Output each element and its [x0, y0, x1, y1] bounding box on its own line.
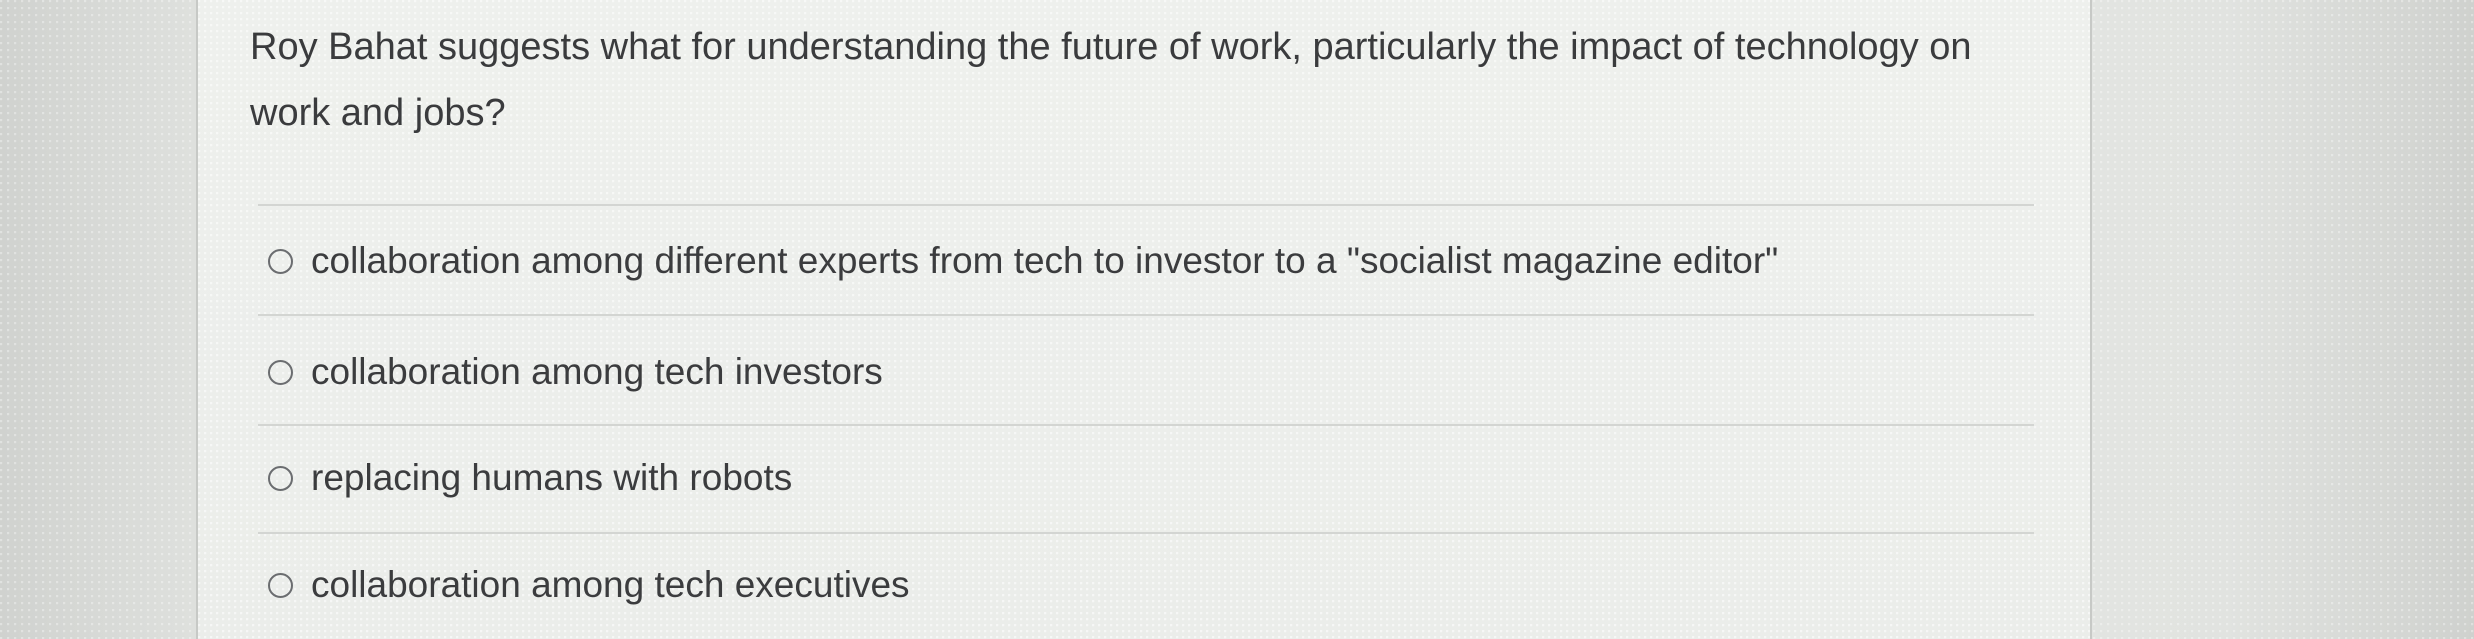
- divider: [258, 424, 2034, 426]
- answer-option-label: collaboration among tech executives: [311, 564, 910, 605]
- radio-button-icon[interactable]: [268, 248, 293, 274]
- radio-button-icon[interactable]: [268, 359, 293, 385]
- answer-option-label: collaboration among different experts fr…: [311, 240, 1779, 281]
- divider: [258, 532, 2034, 534]
- question-text: Roy Bahat suggests what for understandin…: [250, 26, 1972, 134]
- answer-option-2[interactable]: collaboration among tech investors: [268, 342, 883, 402]
- radio-button-icon[interactable]: [268, 572, 293, 598]
- answer-option-1[interactable]: collaboration among different experts fr…: [268, 231, 1778, 291]
- answer-option-4[interactable]: collaboration among tech executives: [268, 555, 910, 615]
- radio-button-icon[interactable]: [268, 465, 293, 491]
- divider: [258, 314, 2034, 316]
- answer-option-3[interactable]: replacing humans with robots: [268, 448, 792, 508]
- question-card: Roy Bahat suggests what for understandin…: [196, 0, 2092, 639]
- answer-option-label: collaboration among tech investors: [311, 351, 883, 392]
- answer-option-label: replacing humans with robots: [311, 457, 793, 498]
- divider: [258, 204, 2034, 206]
